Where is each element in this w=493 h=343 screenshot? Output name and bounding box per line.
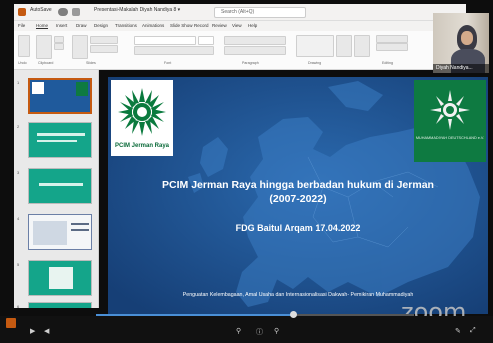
slide-title-line-2: (2007-2022)	[269, 193, 327, 205]
slide-canvas: PCIM Jerman Raya MUHAMMADIYAH DEUTSCHLAN…	[108, 77, 488, 314]
menu-file[interactable]: File	[18, 23, 25, 28]
ribbon-group-undo: Undo	[18, 61, 27, 65]
fullscreen-icon[interactable]: ⤢	[470, 327, 476, 335]
menu-review[interactable]: Review	[212, 23, 227, 28]
find-button[interactable]	[376, 35, 408, 43]
list-buttons[interactable]	[224, 36, 286, 45]
video-progress-handle[interactable]	[290, 311, 297, 318]
new-slide-button[interactable]	[72, 35, 88, 59]
menu-record[interactable]: Record	[194, 23, 209, 28]
ribbon: Undo Clipboard Slides Font Paragraph Dra…	[14, 31, 434, 70]
search-placeholder: Search (Alt+Q)	[221, 9, 255, 15]
edit-icon[interactable]: ✎	[455, 327, 461, 335]
search-box[interactable]: Search (Alt+Q)	[214, 7, 306, 18]
app-icon-small	[6, 318, 16, 328]
menu-animations[interactable]: Animations	[142, 23, 164, 28]
ribbon-group-clipboard: Clipboard	[38, 61, 54, 65]
thumb-text-line	[71, 223, 89, 225]
ribbon-group-editing: Editing	[382, 61, 393, 65]
slide-thumbnail-5[interactable]	[28, 260, 92, 296]
reset-button[interactable]	[90, 45, 118, 53]
copy-button[interactable]	[54, 43, 64, 50]
sun-emblem-icon	[118, 88, 166, 136]
muhammadiyah-deutschland-logo: MUHAMMADIYAH DEUTSCHLAND e.V.	[414, 80, 486, 162]
thumb-text-line	[71, 229, 89, 231]
muhammadiyah-logo-caption: MUHAMMADIYAH DEUTSCHLAND e.V.	[415, 136, 485, 140]
slide-title-line-1: PCIM Jerman Raya hingga berbadan hukum d…	[162, 179, 434, 191]
save-icon[interactable]	[72, 8, 80, 16]
participant-name: Diyah Nandiya...	[433, 64, 489, 73]
autosave-toggle[interactable]	[58, 8, 68, 16]
quick-styles-button[interactable]	[354, 35, 370, 57]
thumb-number: 5	[17, 262, 20, 267]
powerpoint-app-icon	[18, 8, 26, 16]
menu-view[interactable]: View	[232, 23, 242, 28]
font-size-box[interactable]	[198, 36, 214, 45]
menu-slide-show[interactable]: Slide Show	[170, 23, 193, 28]
slide-thumbnail-6[interactable]	[28, 302, 92, 308]
slide-subtitle: FDG Baitul Arqam 17.04.2022	[235, 223, 361, 233]
paste-button[interactable]	[36, 35, 52, 59]
menu-design[interactable]: Design	[94, 23, 108, 28]
window-title: Presentasi-Makalah Diyah Nandiya 8 ▾	[94, 7, 181, 13]
layout-button[interactable]	[90, 36, 118, 44]
thumb-logo	[32, 82, 44, 94]
title-bar: AutoSave Presentasi-Makalah Diyah Nandiy…	[14, 4, 466, 21]
info-icon[interactable]: ⓘ	[256, 327, 263, 337]
menu-insert[interactable]: Insert	[56, 23, 67, 28]
thumb-text-line	[37, 140, 77, 142]
cut-button[interactable]	[54, 36, 64, 43]
menu-help[interactable]: Help	[248, 23, 257, 28]
slide-thumbnail-4[interactable]	[28, 214, 92, 250]
thumb-number: 1	[17, 80, 20, 85]
participant-video[interactable]: Diyah Nandiya...	[433, 13, 489, 73]
font-format-buttons[interactable]	[134, 46, 214, 55]
autosave-label[interactable]: AutoSave	[30, 7, 52, 13]
thumb-number: 4	[17, 216, 20, 221]
slide-thumbnail-1[interactable]	[28, 78, 92, 114]
play-icon[interactable]: ▶	[30, 327, 35, 335]
thumb-number: 3	[17, 170, 20, 175]
ribbon-group-paragraph: Paragraph	[242, 61, 259, 65]
marker-icon[interactable]: ⚲	[274, 327, 279, 335]
menu-home[interactable]: Home	[36, 23, 48, 28]
menu-bar: File Home Insert Draw Design Transitions…	[14, 21, 434, 31]
pcim-logo: PCIM Jerman Raya	[111, 80, 173, 156]
thumb-text-line	[39, 183, 83, 186]
video-progress-fill	[96, 314, 293, 316]
thumb-text-line	[37, 133, 85, 136]
ribbon-group-font: Font	[164, 61, 172, 65]
thumb-image	[49, 267, 73, 289]
thumb-map	[33, 221, 67, 245]
volume-icon[interactable]: ◀	[44, 327, 49, 335]
bottom-bar	[0, 316, 493, 343]
font-name-box[interactable]	[134, 36, 196, 45]
ribbon-group-drawing: Drawing	[308, 61, 322, 65]
ribbon-group-slides: Slides	[86, 61, 96, 65]
slides-panel: 1 2 3 4 5 6	[14, 70, 99, 308]
thumb-number: 2	[17, 124, 20, 129]
pointer-icon[interactable]: ⚲	[236, 327, 241, 335]
slide-thumbnail-2[interactable]	[28, 122, 92, 158]
sun-emblem-icon	[430, 90, 470, 130]
replace-button[interactable]	[376, 43, 408, 51]
participant-face	[461, 31, 473, 45]
menu-draw[interactable]: Draw	[76, 23, 87, 28]
thumb-logo	[76, 82, 88, 96]
shapes-gallery[interactable]	[296, 35, 334, 57]
slide-title: PCIM Jerman Raya hingga berbadan hukum d…	[108, 178, 488, 206]
arrange-button[interactable]	[336, 35, 352, 57]
align-buttons[interactable]	[224, 46, 286, 55]
undo-button[interactable]	[18, 35, 30, 57]
pcim-logo-caption: PCIM Jerman Raya	[114, 143, 170, 149]
thumb-number: 6	[17, 304, 20, 308]
menu-transitions[interactable]: Transitions	[115, 23, 137, 28]
slide-thumbnail-3[interactable]	[28, 168, 92, 204]
